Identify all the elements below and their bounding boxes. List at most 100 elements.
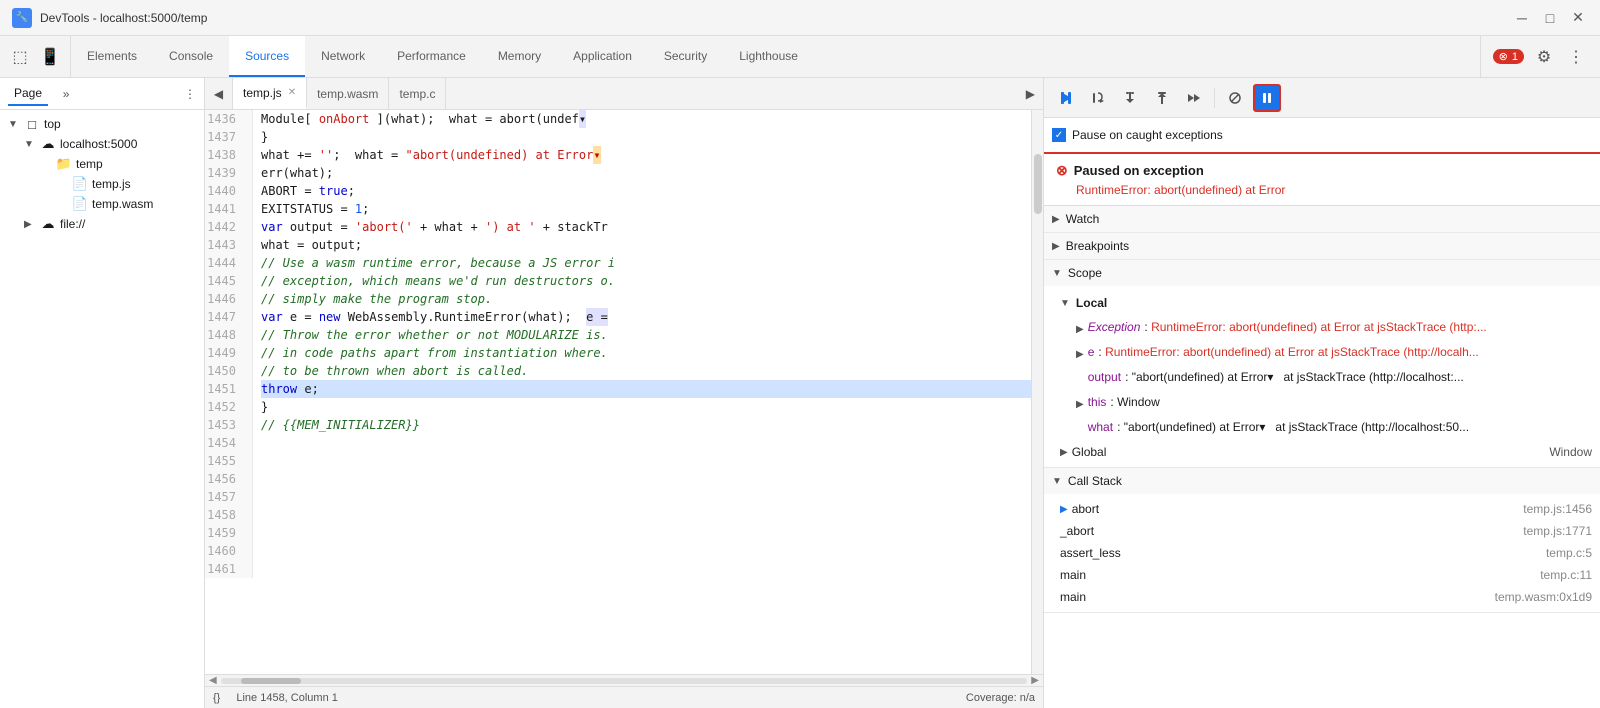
tab-network[interactable]: Network: [305, 36, 381, 77]
device-toolbar-button[interactable]: 📱: [38, 45, 62, 69]
section-breakpoints-header[interactable]: ▶ Breakpoints: [1044, 233, 1600, 259]
code-scroll[interactable]: 1436 1437 1438 1439 1440 1441 1442 1443 …: [205, 110, 1031, 674]
error-icon: ⊗: [1499, 50, 1508, 63]
code-line-1450: // simply make the program stop.: [261, 290, 1031, 308]
source-tab-temp-wasm[interactable]: temp.wasm: [307, 78, 389, 109]
deactivate-breakpoints-button[interactable]: [1221, 84, 1249, 112]
watch-arrow-icon: ▶: [1052, 214, 1060, 225]
call-stack-item-main-1[interactable]: main temp.c:11: [1044, 564, 1600, 586]
source-run-button[interactable]: ▶: [1018, 78, 1043, 109]
error-badge[interactable]: ⊗ 1: [1493, 49, 1524, 64]
call-stack-item-main-2[interactable]: main temp.wasm:0x1d9: [1044, 586, 1600, 608]
call-stack-item-assert-less[interactable]: assert_less temp.c:5: [1044, 542, 1600, 564]
debug-toolbar: [1044, 78, 1600, 118]
code-line-1437: }: [261, 128, 1031, 146]
scrollbar-thumb-v[interactable]: [1034, 154, 1042, 214]
source-tab-temp-c[interactable]: temp.c: [389, 78, 446, 109]
tab-memory[interactable]: Memory: [482, 36, 557, 77]
call-fn-assert-less: assert_less: [1060, 546, 1121, 560]
scope-val-e: RuntimeError: abort(undefined) at Error …: [1105, 343, 1479, 361]
section-call-stack-header[interactable]: ▼ Call Stack: [1044, 468, 1600, 494]
call-stack-item-_abort[interactable]: _abort temp.js:1771: [1044, 520, 1600, 542]
tree-item-temp-wasm[interactable]: ▶ 📄 temp.wasm: [0, 194, 204, 214]
tab-elements[interactable]: Elements: [71, 36, 153, 77]
tree-label-temp-js: temp.js: [92, 177, 131, 191]
sidebar-tab-page[interactable]: Page: [8, 82, 48, 106]
more-button[interactable]: ⋮: [1564, 45, 1588, 69]
tree-item-file[interactable]: ▶ ☁ file://: [0, 214, 204, 234]
sidebar-menu-icon[interactable]: ⋮: [184, 87, 196, 101]
scroll-right-icon[interactable]: ▶: [1031, 675, 1039, 686]
tree-label-top: top: [44, 117, 61, 131]
call-fn-name-abort: abort: [1072, 502, 1099, 516]
code-line-1449: // exception, which means we'd run destr…: [261, 272, 1031, 290]
tree-arrow-top: ▼: [8, 119, 20, 130]
pause-exceptions-checkbox[interactable]: ✓: [1052, 128, 1066, 142]
tree-item-temp-folder[interactable]: ▶ 📁 temp: [0, 154, 204, 174]
source-tab-close-temp-js[interactable]: ✕: [288, 87, 296, 98]
wasm-file-icon: 📄: [72, 196, 88, 212]
settings-button[interactable]: ⚙: [1532, 45, 1556, 69]
scroll-left-icon[interactable]: ◀: [209, 675, 217, 686]
call-stack-item-abort[interactable]: ▶ abort temp.js:1456: [1044, 498, 1600, 520]
close-button[interactable]: ✕: [1568, 8, 1588, 28]
watch-label: Watch: [1066, 212, 1100, 226]
tab-console[interactable]: Console: [153, 36, 229, 77]
line-numbers: 1436 1437 1438 1439 1440 1441 1442 1443 …: [205, 110, 253, 578]
resume-button[interactable]: [1052, 84, 1080, 112]
call-fn-main-1: main: [1060, 568, 1086, 582]
call-loc-assert-less: temp.c:5: [1546, 546, 1592, 560]
sidebar-more-icon[interactable]: »: [54, 82, 78, 106]
section-scope-header[interactable]: ▼ Scope: [1044, 260, 1600, 286]
pretty-print-icon[interactable]: {}: [213, 692, 220, 704]
tab-application[interactable]: Application: [557, 36, 648, 77]
scope-item-e[interactable]: ▶ e: RuntimeError: abort(undefined) at E…: [1044, 341, 1600, 366]
code-line-1445: var output = 'abort(' + what + ') at ' +…: [261, 218, 1031, 236]
source-tab-temp-js[interactable]: temp.js ✕: [233, 78, 307, 109]
code-line-1459: // {{MEM_INITIALIZER}}: [261, 416, 1031, 434]
step-into-button[interactable]: [1116, 84, 1144, 112]
horizontal-scrollbar[interactable]: ◀ ▶: [205, 674, 1043, 686]
tree-label-temp-folder: temp: [76, 157, 103, 171]
window-controls: ─ □ ✕: [1512, 8, 1588, 28]
tree-item-top[interactable]: ▼ □ top: [0, 114, 204, 134]
sidebar: Page » ⋮ ▼ □ top ▼ ☁ localhost:5000 ▶ 📁 …: [0, 78, 205, 708]
code-line-1442: ABORT = true;: [261, 182, 1031, 200]
step-over-button[interactable]: [1084, 84, 1112, 112]
scrollbar-thumb-h[interactable]: [241, 678, 301, 684]
section-call-stack: ▼ Call Stack ▶ abort temp.js:1456 _abort: [1044, 468, 1600, 613]
global-row[interactable]: ▶ Global Window: [1044, 441, 1600, 463]
source-tab-nav-prev[interactable]: ◀: [205, 78, 233, 109]
minimize-button[interactable]: ─: [1512, 8, 1532, 28]
tree-item-temp-js[interactable]: ▶ 📄 temp.js: [0, 174, 204, 194]
pause-on-exceptions-button[interactable]: [1253, 84, 1281, 112]
title-bar: 🔧 DevTools - localhost:5000/temp ─ □ ✕: [0, 0, 1600, 36]
vertical-scrollbar[interactable]: [1031, 110, 1043, 674]
code-line-1436: Module[ onAbort ](what); what = abort(un…: [261, 110, 1031, 128]
maximize-button[interactable]: □: [1540, 8, 1560, 28]
scope-val-what: "abort(undefined) at Error▾ at jsStackTr…: [1124, 418, 1469, 436]
source-tab-label-temp-c: temp.c: [399, 87, 435, 101]
tree-item-localhost[interactable]: ▼ ☁ localhost:5000: [0, 134, 204, 154]
code-line-1451: var e = new WebAssembly.RuntimeError(wha…: [261, 308, 1031, 326]
tab-security[interactable]: Security: [648, 36, 723, 77]
call-stack-arrow-icon: ▼: [1052, 476, 1062, 487]
toolbar-left-icons: ⬚ 📱: [0, 36, 71, 77]
tab-performance[interactable]: Performance: [381, 36, 482, 77]
scope-key-exception: Exception: [1088, 318, 1141, 336]
section-watch-header[interactable]: ▶ Watch: [1044, 206, 1600, 232]
step-button[interactable]: [1180, 84, 1208, 112]
scope-item-this[interactable]: ▶ this: Window: [1044, 391, 1600, 416]
tree-label-temp-wasm: temp.wasm: [92, 197, 153, 211]
source-tab-label-temp-js: temp.js: [243, 86, 282, 100]
step-out-button[interactable]: [1148, 84, 1176, 112]
inspect-element-button[interactable]: ⬚: [8, 45, 32, 69]
tab-sources[interactable]: Sources: [229, 36, 305, 77]
local-scope-header[interactable]: ▼ Local: [1044, 290, 1600, 316]
tab-lighthouse[interactable]: Lighthouse: [723, 36, 814, 77]
tree-label-localhost: localhost:5000: [60, 137, 137, 151]
scope-item-exception[interactable]: ▶ Exception: RuntimeError: abort(undefin…: [1044, 316, 1600, 341]
scrollbar-track-h[interactable]: [221, 678, 1028, 684]
call-fn-_abort: _abort: [1060, 524, 1094, 538]
scope-val-this: Window: [1117, 393, 1160, 411]
